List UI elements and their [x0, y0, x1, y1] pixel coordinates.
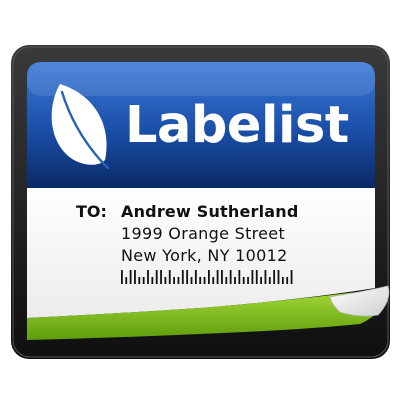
barcode-bar: [216, 270, 219, 284]
barcode-bar: [194, 270, 197, 284]
barcode-bar: [247, 277, 249, 284]
barcode-bar: [186, 270, 189, 284]
barcode-bar: [242, 277, 245, 284]
barcode-bar: [229, 270, 232, 284]
barcode-bar: [234, 277, 236, 284]
to-label: TO:: [76, 202, 107, 221]
barcode-bar: [221, 270, 223, 284]
barcode-bar: [238, 270, 241, 284]
barcode-bar: [138, 277, 141, 284]
city-state-zip: New York, NY 10012: [121, 246, 288, 265]
barcode-bar: [134, 270, 136, 284]
barcode-bar: [121, 270, 123, 284]
barcode-bar: [168, 270, 171, 284]
barcode-bar: [255, 270, 258, 284]
barcode-bar: [155, 270, 158, 284]
barcode-bar: [225, 277, 228, 284]
barcode-bar: [286, 277, 289, 284]
barcode-bar: [260, 277, 262, 284]
barcode-bar: [164, 277, 167, 284]
barcode-bar: [142, 277, 145, 284]
barcode-bar: [208, 270, 210, 284]
app-name: Labelist: [125, 96, 349, 155]
barcode-bar: [199, 277, 202, 284]
barcode-bar: [203, 277, 206, 284]
barcode-bar: [177, 277, 180, 284]
barcode-bar: [190, 277, 193, 284]
barcode-bar: [125, 277, 128, 284]
barcode-bar: [147, 270, 149, 284]
barcode-bar: [251, 270, 254, 284]
barcode-bar: [212, 277, 215, 284]
barcode-bar: [281, 277, 284, 284]
street-address: 1999 Orange Street: [121, 224, 286, 243]
barcode-bar: [129, 270, 132, 284]
barcode-bar: [290, 270, 293, 284]
barcode-bar: [181, 270, 184, 284]
recipient-name: Andrew Sutherland: [121, 202, 299, 221]
barcode-bar: [151, 277, 154, 284]
barcode-bar: [160, 270, 162, 284]
barcode-bar: [277, 270, 280, 284]
barcode-bar: [264, 270, 267, 284]
barcode-bar: [273, 270, 276, 284]
barcode-bar: [173, 277, 175, 284]
app-icon: [11, 45, 390, 359]
barcode-bar: [268, 277, 271, 284]
